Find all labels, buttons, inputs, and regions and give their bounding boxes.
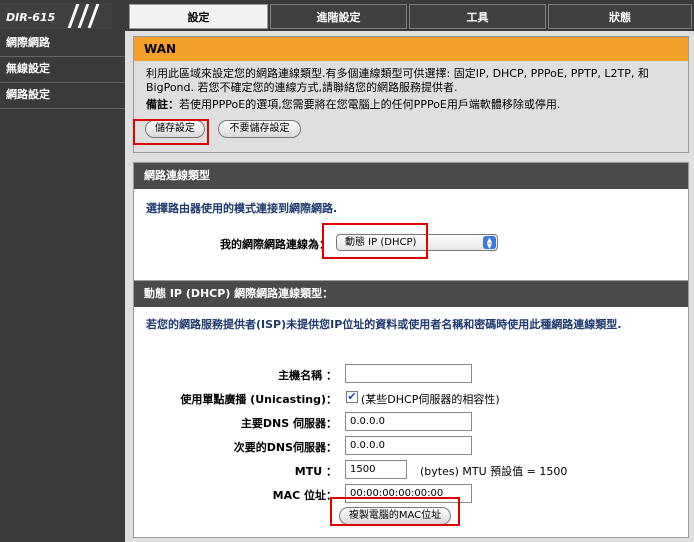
wan-note: 備註：若使用PPPoE的選項,您需要將在您電腦上的任何PPPoE用戶端軟體移除或… [146, 98, 678, 112]
sidebar-item-wireless[interactable]: 無線設定 [0, 57, 125, 83]
wan-panel: WAN 利用此區域來設定您的網路連線類型.有多個連線類型可供選擇: 固定IP, … [133, 36, 689, 153]
tab-advanced[interactable]: 進階設定 [270, 4, 407, 29]
unicasting-checkbox[interactable]: ✔ [346, 391, 358, 403]
main-content: WAN 利用此區域來設定您的網路連線類型.有多個連線類型可供選擇: 固定IP, … [125, 31, 694, 542]
mac-address-label: MAC 位址： [272, 489, 337, 502]
dont-save-settings-button[interactable]: 不要儲存設定 [218, 120, 301, 138]
connection-type-label: 我的網際網路連線為： [220, 238, 330, 251]
select-arrows-icon: ▲ ▼ [483, 236, 496, 250]
tab-tools[interactable]: 工具 [409, 4, 546, 29]
mtu-hint: (bytes) MTU 預設值 = 1500 [420, 465, 568, 478]
mtu-label: MTU ： [294, 465, 337, 478]
sidebar: 網際網路 無線設定 網路設定 [0, 31, 125, 542]
wan-title: WAN [134, 37, 688, 61]
sidebar-item-internet[interactable]: 網際網路 [0, 31, 125, 57]
sidebar-item-network[interactable]: 網路設定 [0, 83, 125, 109]
dhcp-description: 若您的網路服務提供者(ISP)未提供您IP位址的資料或使用者名稱和密碼時使用此種… [146, 318, 622, 331]
secondary-dns-label: 次要的DNS伺服器： [233, 441, 337, 454]
tab-status[interactable]: 狀態 [548, 4, 692, 29]
wan-note-label: 備註： [146, 98, 179, 111]
primary-dns-label: 主要DNS 伺服器： [240, 417, 337, 430]
highlight-save-button [133, 119, 209, 145]
connection-type-description: 選擇路由器使用的模式連接到網際網路. [146, 202, 338, 215]
unicasting-label: 使用單點廣播 (Unicasting)： [180, 393, 337, 406]
highlight-connection-select [322, 223, 428, 259]
host-name-input[interactable] [345, 364, 472, 383]
secondary-dns-input[interactable]: 0.0.0.0 [345, 436, 472, 455]
wan-description-area: 利用此區域來設定您的網路連線類型.有多個連線類型可供選擇: 固定IP, DHCP… [134, 61, 688, 152]
wan-note-text: 若使用PPPoE的選項,您需要將在您電腦上的任何PPPoE用戶端軟體移除或停用. [179, 98, 561, 111]
connection-type-title: 網路連線類型 [134, 163, 688, 189]
mtu-input[interactable]: 1500 [345, 460, 407, 479]
host-name-label: 主機名稱 ： [278, 369, 337, 382]
top-navigation-bar: DIR-615 設定 進階設定 工具 狀態 [0, 0, 694, 31]
unicasting-hint: (某些DHCP伺服器的相容性) [361, 393, 500, 406]
wan-description: 利用此區域來設定您的網路連線類型.有多個連線類型可供選擇: 固定IP, DHCP… [146, 67, 649, 94]
product-logo: DIR-615 [6, 11, 56, 24]
dhcp-title: 動態 IP (DHCP) 網際網路連線類型： [134, 281, 688, 307]
primary-dns-input[interactable]: 0.0.0.0 [345, 412, 472, 431]
tab-setup[interactable]: 設定 [129, 4, 268, 29]
highlight-clone-mac-button [330, 497, 460, 526]
